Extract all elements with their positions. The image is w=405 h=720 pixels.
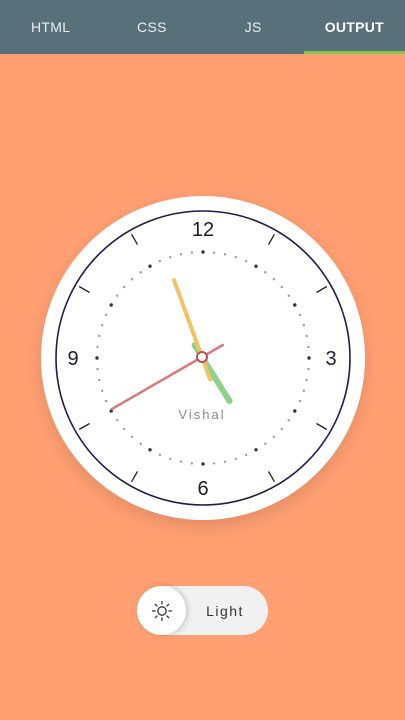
tab-css[interactable]: CSS — [101, 0, 202, 54]
minute-dot — [95, 356, 99, 360]
minute-dot — [130, 278, 134, 281]
minute-dot — [307, 356, 311, 360]
minute-dot — [100, 389, 104, 392]
clock-face: 12 3 6 9 Vishal — [41, 196, 365, 520]
minute-dot — [272, 278, 276, 281]
minute-hand — [171, 277, 213, 382]
hour-tick — [267, 233, 276, 245]
minute-dot — [280, 427, 283, 431]
minute-dot — [104, 313, 108, 317]
minute-dot — [148, 264, 152, 268]
minute-dot — [190, 462, 194, 465]
minute-dot — [190, 251, 194, 254]
minute-dot — [201, 250, 205, 254]
tab-output[interactable]: OUTPUT — [303, 0, 405, 54]
minute-dot — [298, 399, 302, 403]
minute-dot — [212, 251, 216, 254]
minute-dot — [254, 264, 258, 268]
minute-dot — [293, 409, 297, 413]
minute-dot — [223, 253, 227, 256]
minute-dot — [109, 303, 113, 307]
numeral-3: 3 — [325, 348, 336, 370]
minute-dot — [287, 294, 290, 297]
analog-clock: 12 3 6 9 Vishal — [41, 196, 365, 520]
sun-icon — [151, 600, 172, 621]
toggle-knob[interactable] — [137, 586, 186, 635]
theme-toggle-label: Light — [206, 602, 244, 619]
tab-js[interactable]: JS — [203, 0, 304, 54]
hour-tick — [78, 285, 90, 294]
hour-tick — [130, 233, 139, 245]
minute-dot — [234, 255, 237, 259]
minute-dot — [123, 285, 126, 289]
center-pin — [196, 351, 208, 363]
minute-dot — [179, 253, 183, 256]
minute-dot — [169, 255, 172, 259]
minute-dot — [148, 448, 152, 452]
minute-dot — [302, 389, 306, 392]
minute-dot — [305, 378, 308, 382]
minute-dot — [293, 303, 297, 307]
clock-svg: 12 3 6 9 Vishal — [55, 210, 351, 506]
minute-dot — [254, 448, 258, 452]
hour-tick — [316, 285, 328, 294]
minute-dot — [244, 259, 248, 263]
minute-dot — [287, 419, 290, 422]
minute-dot — [302, 324, 306, 327]
minute-dot — [158, 259, 162, 263]
hour-tick — [316, 422, 328, 431]
tab-html[interactable]: HTML — [0, 0, 101, 54]
minute-dot — [264, 442, 267, 445]
editor-tab-bar: HTML CSS JS OUTPUT — [0, 0, 405, 54]
minute-dot — [100, 324, 104, 327]
minute-dot — [139, 442, 142, 445]
minute-dot — [98, 334, 101, 338]
minute-dot — [123, 427, 126, 431]
minute-dot — [223, 460, 227, 463]
minute-dot — [96, 367, 99, 371]
hour-tick — [130, 471, 139, 483]
minute-dot — [158, 453, 162, 457]
hour-tick — [267, 471, 276, 483]
minute-dot — [280, 285, 283, 289]
hour-tick — [78, 422, 90, 431]
minute-dot — [169, 457, 172, 461]
minute-dot — [98, 378, 101, 382]
minute-dot — [104, 399, 108, 403]
minute-dot — [116, 294, 119, 297]
minute-dot — [307, 367, 310, 371]
minute-dot — [116, 419, 119, 422]
theme-toggle[interactable]: Light — [137, 586, 268, 635]
numeral-6: 6 — [197, 478, 208, 500]
numeral-12: 12 — [192, 219, 214, 241]
minute-dot — [139, 271, 142, 274]
minute-dot — [305, 334, 308, 338]
minute-dot — [130, 435, 134, 438]
minute-dot — [307, 345, 310, 349]
minute-dot — [272, 435, 276, 438]
minute-dot — [244, 453, 248, 457]
minute-dot — [96, 345, 99, 349]
minute-dot — [201, 462, 205, 466]
minute-dot — [234, 457, 237, 461]
minute-dot — [212, 462, 216, 465]
minute-dot — [179, 460, 183, 463]
minute-dot — [264, 271, 267, 274]
numeral-9: 9 — [67, 348, 78, 370]
minute-dot — [298, 313, 302, 317]
clock-brand-label: Vishal — [178, 407, 225, 422]
